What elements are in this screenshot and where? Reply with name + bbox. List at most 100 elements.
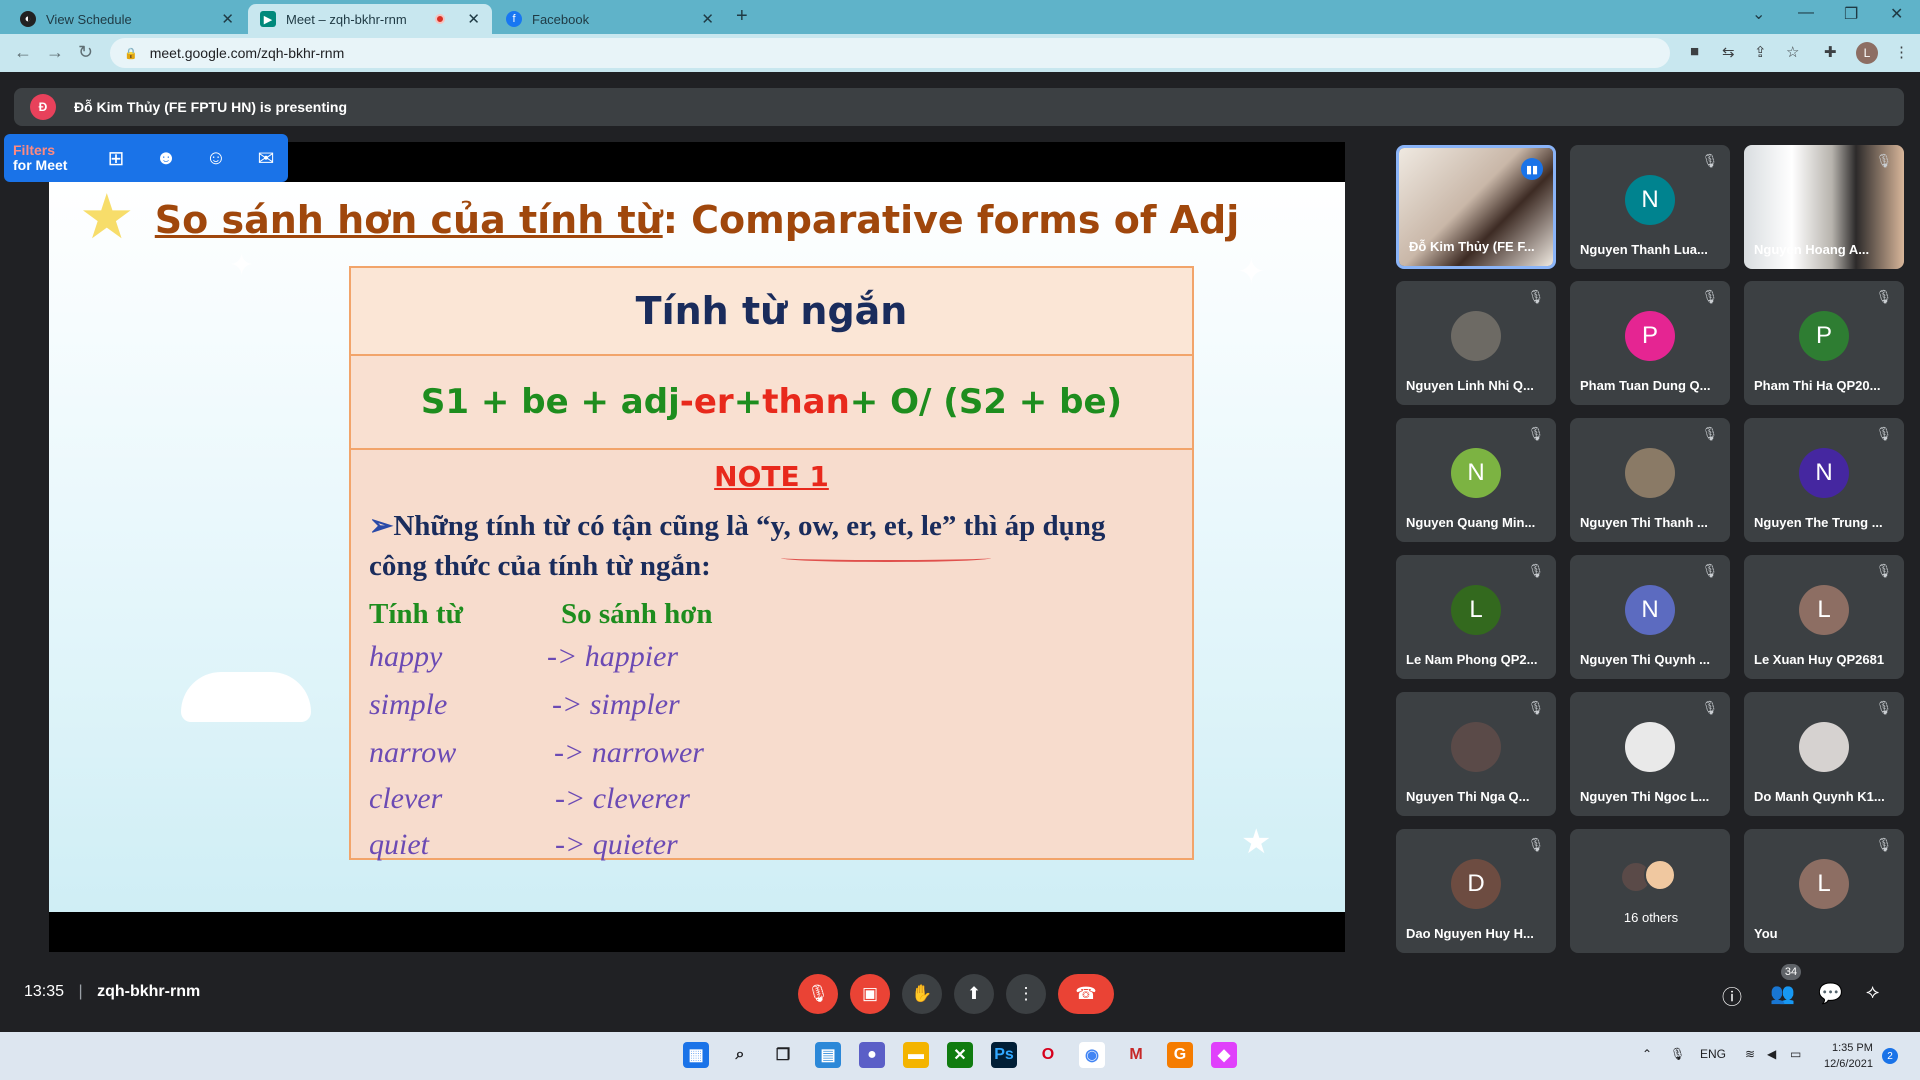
participant-tile[interactable]: L 🎙 Le Xuan Huy QP2681 [1744, 555, 1904, 679]
forward-icon[interactable]: → [46, 42, 64, 63]
present-button[interactable]: ⬆ [954, 974, 994, 1014]
photoshop-icon[interactable]: Ps [991, 1042, 1017, 1068]
column-comparative: So sánh hơn [561, 598, 713, 630]
url-input[interactable]: 🔒 meet.google.com/zqh-bkhr-rnm [110, 38, 1670, 68]
participant-tile[interactable]: L 🎙 Le Nam Phong QP2... [1396, 555, 1556, 679]
note-body: Những tính từ có tận cũng là “y, ow, er,… [369, 510, 1106, 582]
profile-avatar[interactable]: L [1856, 42, 1878, 64]
share-icon[interactable]: ⇪ [1754, 43, 1767, 61]
widgets-icon[interactable]: ▤ [815, 1042, 841, 1068]
taskbar-clock[interactable]: 1:35 PM 12/6/2021 [1824, 1040, 1873, 1072]
participant-tile[interactable]: N 🎙 Nguyen Thi Quynh ... [1570, 555, 1730, 679]
battery-icon[interactable]: ▭ [1790, 1047, 1801, 1061]
mic-icon[interactable]: 🎙 [1670, 1047, 1685, 1061]
close-icon[interactable]: ✕ [221, 10, 234, 28]
filters-logo[interactable]: Filters for Meet [13, 143, 83, 173]
info-icon[interactable]: ⓘ [1722, 981, 1742, 1010]
participant-tile[interactable]: 🎙 Nguyen Linh Nhi Q... [1396, 281, 1556, 405]
close-icon[interactable]: ✕ [467, 10, 480, 28]
chat-icon[interactable]: 💬 [1818, 981, 1843, 1006]
activities-icon[interactable]: ⟡ [1866, 981, 1879, 1004]
close-icon[interactable]: ✕ [701, 10, 714, 28]
presentation-slide: ★ ✦ ✦ ★ So sánh hơn của tính từ: Compara… [49, 182, 1345, 912]
minimize-icon[interactable]: — [1798, 4, 1814, 22]
others-avatars [1620, 859, 1680, 895]
taskbar-time: 1:35 PM [1831, 1042, 1873, 1054]
filters-logo-line2: for Meet [13, 157, 68, 173]
mic-off-icon: 🎙 [1701, 289, 1718, 304]
mic-off-button[interactable]: 🎙 [798, 974, 838, 1014]
chevron-up-icon[interactable]: ⌃ [1642, 1047, 1652, 1061]
note-row: NOTE 1 ➢Những tính từ có tận cũng là “y,… [351, 450, 1192, 861]
chrome-icon[interactable]: ◉ [1079, 1042, 1105, 1068]
comment-icon[interactable]: ✉ [249, 141, 283, 175]
more-menu-icon[interactable]: ⋮ [1894, 43, 1909, 61]
face-icon[interactable]: ☺ [199, 141, 233, 175]
formula-row: S1 + be + adj -er + than + O/ (S2 + be) [351, 356, 1192, 450]
mcafee-icon[interactable]: M [1123, 1042, 1149, 1068]
windows-taskbar: ▦ ⌕ ❐ ▤ ● ▬ ✕ Ps O ◉ M G ◆ ⌃ 🎙 ENG ≋ ◀ ▭… [0, 1032, 1920, 1080]
tab-view-schedule[interactable]: ◐ View Schedule ✕ [8, 4, 246, 34]
participant-name: Nguyen Quang Min... [1406, 515, 1536, 530]
reload-icon[interactable]: ↻ [78, 42, 93, 63]
xbox-icon[interactable]: ✕ [947, 1042, 973, 1068]
presenting-text: Đỗ Kim Thủy (FE FPTU HN) is presenting [74, 99, 348, 115]
presentation-stage: ★ ✦ ✦ ★ So sánh hơn của tính từ: Compara… [49, 142, 1345, 952]
participant-tile[interactable]: ▮▮ Đỗ Kim Thủy (FE F... [1396, 145, 1556, 269]
facebook-icon: f [506, 11, 522, 27]
notification-badge[interactable]: 2 [1882, 1048, 1898, 1064]
participant-tile[interactable]: 16 others [1570, 829, 1730, 953]
participant-tile[interactable]: N 🎙 Nguyen The Trung ... [1744, 418, 1904, 542]
mic-off-icon: 🎙 [1875, 837, 1892, 852]
file-explorer-icon[interactable]: ▬ [903, 1042, 929, 1068]
participant-tile[interactable]: L 🎙 You [1744, 829, 1904, 953]
participant-tile[interactable]: P 🎙 Pham Tuan Dung Q... [1570, 281, 1730, 405]
participant-tile[interactable]: P 🎙 Pham Thi Ha QP20... [1744, 281, 1904, 405]
camera-icon[interactable]: ■ [1690, 43, 1699, 60]
close-window-icon[interactable]: ✕ [1890, 4, 1903, 24]
wifi-icon[interactable]: ≋ [1745, 1047, 1755, 1061]
word-base: narrow [369, 736, 457, 769]
mic-off-icon: 🎙 [1875, 289, 1892, 304]
masks-icon[interactable]: ☻ [149, 141, 183, 175]
restore-icon[interactable]: ❐ [1844, 4, 1858, 24]
add-image-icon[interactable]: ⊞ [99, 141, 133, 175]
participant-tile[interactable]: 🎙 Nguyen Hoang A... [1744, 145, 1904, 269]
tab-facebook[interactable]: f Facebook ✕ [494, 4, 726, 34]
bookmark-star-icon[interactable]: ☆ [1786, 43, 1799, 61]
language-indicator[interactable]: ENG [1700, 1047, 1726, 1061]
participant-tile[interactable]: N 🎙 Nguyen Quang Min... [1396, 418, 1556, 542]
participant-tile[interactable]: D 🎙 Dao Nguyen Huy H... [1396, 829, 1556, 953]
back-icon[interactable]: ← [14, 42, 32, 63]
mic-off-icon: 🎙 [1875, 153, 1892, 168]
app-icon[interactable]: ◆ [1211, 1042, 1237, 1068]
tab-search-icon[interactable]: ⌄ [1752, 4, 1765, 24]
participant-tile[interactable]: 🎙 Nguyen Thi Thanh ... [1570, 418, 1730, 542]
participant-tile[interactable]: N 🎙 Nguyen Thanh Lua... [1570, 145, 1730, 269]
participant-tile[interactable]: 🎙 Do Manh Quynh K1... [1744, 692, 1904, 816]
tab-meet[interactable]: ▶ Meet – zqh-bkhr-rnm ✕ [248, 4, 492, 34]
teams-chat-icon[interactable]: ● [859, 1042, 885, 1068]
opera-icon[interactable]: O [1035, 1042, 1061, 1068]
mic-off-icon: 🎙 [1527, 426, 1544, 441]
raise-hand-button[interactable]: ✋ [902, 974, 942, 1014]
extensions-icon[interactable]: ✚ [1824, 43, 1837, 61]
people-icon[interactable]: 👥 [1770, 981, 1795, 1006]
app-icon[interactable]: G [1167, 1042, 1193, 1068]
new-tab-icon[interactable]: + [736, 5, 748, 28]
more-options-button[interactable]: ⋮ [1006, 974, 1046, 1014]
mic-off-icon: 🎙 [1527, 700, 1544, 715]
participant-tile[interactable]: 🎙 Nguyen Thi Ngoc L... [1570, 692, 1730, 816]
start-icon[interactable]: ▦ [683, 1042, 709, 1068]
volume-icon[interactable]: ◀ [1767, 1047, 1776, 1061]
search-icon[interactable]: ⌕ [727, 1042, 753, 1068]
mic-off-icon: 🎙 [1527, 837, 1544, 852]
mic-off-icon: 🎙 [1701, 563, 1718, 578]
task-view-icon[interactable]: ❐ [770, 1042, 796, 1068]
participant-name: Nguyen Thi Quynh ... [1580, 652, 1710, 667]
camera-off-button[interactable]: ▣ [850, 974, 890, 1014]
participant-tile[interactable]: 🎙 Nguyen Thi Nga Q... [1396, 692, 1556, 816]
translate-icon[interactable]: ⇆ [1722, 43, 1735, 61]
leave-call-button[interactable]: ☎ [1058, 974, 1114, 1014]
avatar: N [1625, 585, 1675, 635]
